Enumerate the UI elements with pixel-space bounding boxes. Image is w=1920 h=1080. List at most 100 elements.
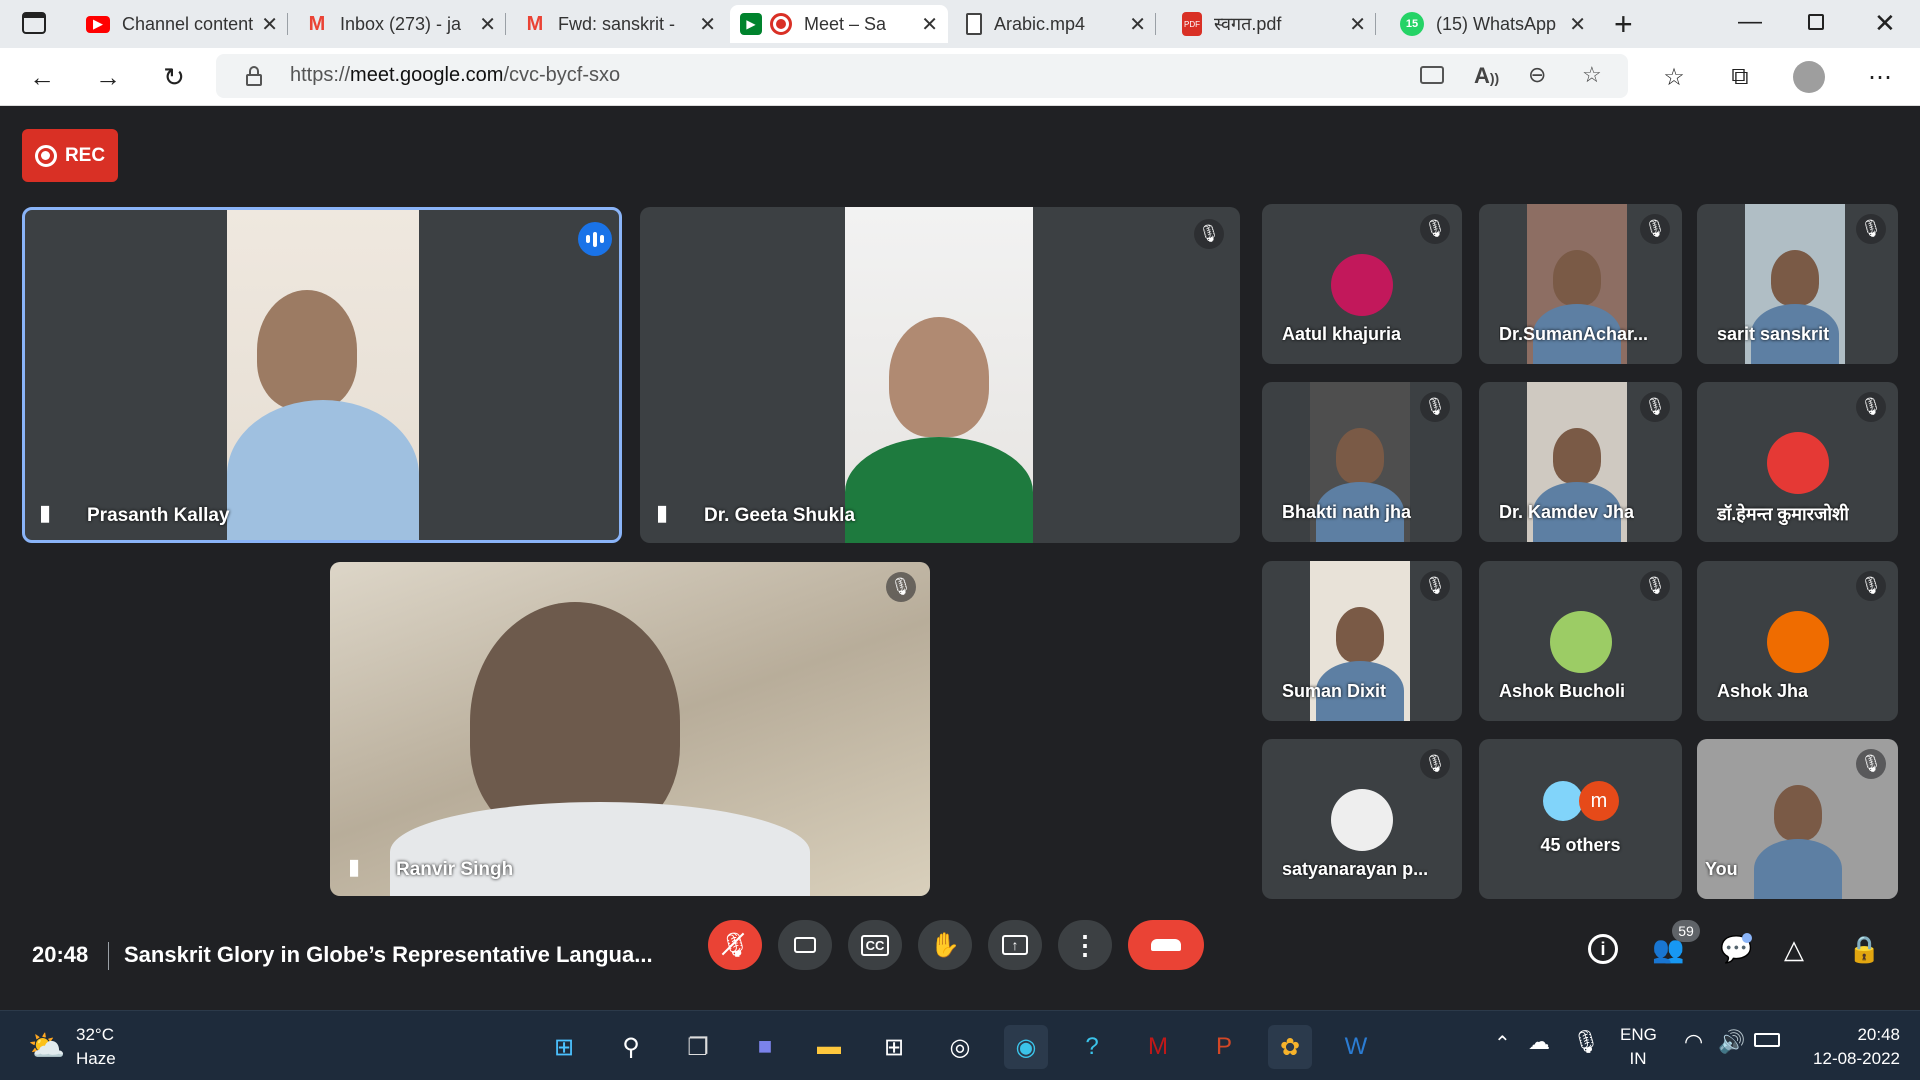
pin-icon[interactable]: ▮ <box>348 854 360 880</box>
search-icon[interactable]: ⚲ <box>609 1025 653 1069</box>
close-icon[interactable]: ✕ <box>1569 12 1586 37</box>
gmail-icon: M <box>526 12 544 35</box>
word-icon[interactable]: W <box>1334 1025 1378 1069</box>
collections-icon[interactable]: ⧉ <box>1720 58 1760 96</box>
participant-tile[interactable]: 🎙 Aatul khajuria <box>1262 204 1462 364</box>
participant-name: 45 others <box>1540 835 1621 855</box>
mic-toggle-button[interactable]: 🎙 <box>708 920 762 970</box>
participant-name: You <box>1705 859 1738 879</box>
participant-tile-main-2[interactable]: 🎙 ▮ Dr. Geeta Shukla <box>640 207 1240 543</box>
read-aloud-icon[interactable]: A)) <box>1474 63 1499 89</box>
app-icon[interactable]: ◎ <box>938 1025 982 1069</box>
host-controls-icon[interactable]: 🔒 <box>1848 934 1880 965</box>
camera-toggle-button[interactable] <box>778 920 832 970</box>
navigation-bar: ← → ↻ https://meet.google.com/cvc-bycf-s… <box>0 48 1920 106</box>
minimize-button[interactable]: — <box>1738 8 1762 36</box>
participant-tile[interactable]: 🎙 Dr.SumanAchar... <box>1479 204 1682 364</box>
mcafee-icon[interactable]: M <box>1136 1025 1180 1069</box>
close-icon[interactable]: ✕ <box>921 12 938 37</box>
lock-icon <box>246 66 262 86</box>
battery-icon[interactable] <box>1754 1033 1780 1047</box>
participant-tile[interactable]: 🎙 Dr. Kamdev Jha <box>1479 382 1682 542</box>
clock-date[interactable]: 12-08-2022 <box>1790 1047 1900 1071</box>
participant-tile[interactable]: 🎙 sarit sanskrit <box>1697 204 1898 364</box>
reload-button[interactable]: ↻ <box>154 58 194 96</box>
participant-tile-main-3[interactable]: 🎙 ▮ Ranvir Singh <box>330 562 930 896</box>
participant-avatar <box>1549 611 1612 673</box>
favorites-icon[interactable]: ☆ <box>1654 58 1694 96</box>
powerpoint-icon[interactable]: P <box>1202 1025 1246 1069</box>
back-button[interactable]: ← <box>22 58 62 96</box>
clock-time[interactable]: 20:48 <box>1800 1023 1900 1047</box>
start-icon[interactable]: ⊞ <box>542 1025 586 1069</box>
close-icon[interactable]: ✕ <box>699 12 716 37</box>
present-screen-button[interactable]: ↑ <box>988 920 1042 970</box>
microphone-icon[interactable]: 🎙 <box>1572 1029 1600 1055</box>
tab-arabic-mp4[interactable]: Arabic.mp4 ✕ <box>956 5 1156 43</box>
edge-icon[interactable]: ◉ <box>1004 1025 1048 1069</box>
close-window-button[interactable]: ✕ <box>1874 8 1896 39</box>
captions-button[interactable]: CC <box>848 920 902 970</box>
wifi-icon[interactable]: ◠ <box>1684 1029 1703 1055</box>
more-options-button[interactable]: ⋮ <box>1058 920 1112 970</box>
help-icon[interactable]: ? <box>1070 1025 1114 1069</box>
participant-name: Prasanth Kallay <box>87 505 230 526</box>
camera-in-use-icon[interactable] <box>1420 66 1444 84</box>
tab-pdf[interactable]: PDF स्वगत.pdf ✕ <box>1172 5 1376 43</box>
participant-name: Ashok Jha <box>1717 681 1809 701</box>
tab-actions-icon[interactable] <box>22 12 46 34</box>
new-tab-button[interactable]: + <box>1614 6 1633 43</box>
leave-call-button[interactable] <box>1128 920 1204 970</box>
participant-tile[interactable]: 🎙 Ashok Bucholi <box>1479 561 1682 721</box>
weather-icon[interactable]: ⛅ <box>28 1029 65 1064</box>
forward-button[interactable]: → <box>88 58 128 96</box>
raise-hand-button[interactable]: ✋ <box>918 920 972 970</box>
tab-meet[interactable]: ▶ Meet – Sa ✕ <box>730 5 948 43</box>
store-icon[interactable]: ⊞ <box>872 1025 916 1069</box>
photos-icon[interactable]: ✿ <box>1268 1025 1312 1069</box>
tab-gmail-fwd[interactable]: M Fwd: sanskrit - ✕ <box>514 5 726 43</box>
participant-tile[interactable]: 🎙 Bhakti nath jha <box>1262 382 1462 542</box>
participant-tile[interactable]: 🎙 डॉ.हेमन्त कुमारजोशी <box>1697 382 1898 542</box>
tab-youtube[interactable]: ▶ Channel content ✕ <box>76 5 288 43</box>
participant-tile[interactable]: 🎙 Suman Dixit <box>1262 561 1462 721</box>
tab-whatsapp[interactable]: 15 (15) WhatsApp ✕ <box>1390 5 1596 43</box>
participant-avatar <box>1766 432 1829 494</box>
address-bar[interactable]: https://meet.google.com/cvc-bycf-sxo A))… <box>216 54 1628 98</box>
close-icon[interactable]: ✕ <box>479 12 496 37</box>
chevron-up-icon[interactable]: ⌃ <box>1494 1031 1511 1056</box>
restore-button[interactable] <box>1808 14 1824 30</box>
participant-tile[interactable]: 🎙 satyanarayan p... <box>1262 739 1462 899</box>
mic-off-icon: 🎙 <box>1194 219 1224 249</box>
participant-tile[interactable]: m 45 others <box>1479 739 1682 899</box>
tab-gmail-inbox[interactable]: M Inbox (273) - ja ✕ <box>296 5 506 43</box>
pin-icon[interactable]: ▮ <box>656 500 668 526</box>
tab-label: Channel content <box>122 13 254 34</box>
windows-taskbar: ⛅ 32°C Haze ⊞ ⚲ ❐ ■ ▬ ⊞ ◎ ◉ ? M P ✿ W ⌃ … <box>0 1010 1920 1080</box>
rec-label: REC <box>64 144 106 166</box>
close-icon[interactable]: ✕ <box>261 12 278 37</box>
close-icon[interactable]: ✕ <box>1349 12 1366 37</box>
volume-icon[interactable]: 🔊 <box>1718 1029 1745 1055</box>
more-menu-icon[interactable]: ⋯ <box>1860 58 1900 96</box>
chat-teams-icon[interactable]: ■ <box>743 1025 787 1069</box>
pin-icon[interactable]: ▮ <box>39 500 51 526</box>
profile-avatar[interactable] <box>1793 61 1825 93</box>
onedrive-icon[interactable]: ☁ <box>1528 1029 1550 1055</box>
file-explorer-icon[interactable]: ▬ <box>807 1025 851 1069</box>
participant-grid: 🎙 Aatul khajuria 🎙 Dr.SumanAchar... 🎙 sarit s… <box>1262 204 1898 902</box>
participant-tile[interactable]: 🎙 Ashok Jha <box>1697 561 1898 721</box>
language-top[interactable]: ENG <box>1620 1023 1657 1047</box>
participant-tile-main-1[interactable]: ▮ Prasanth Kallay <box>22 207 622 543</box>
add-favorite-icon[interactable]: ☆ <box>1582 62 1602 88</box>
tab-label: Fwd: sanskrit - <box>558 13 676 34</box>
activities-icon[interactable]: △ <box>1784 934 1804 965</box>
meeting-info-icon[interactable]: i <box>1588 934 1618 964</box>
tab-label: Arabic.mp4 <box>994 13 1086 34</box>
task-view-icon[interactable]: ❐ <box>676 1025 720 1069</box>
participant-tile[interactable]: 🎙 You <box>1697 739 1898 899</box>
zoom-out-icon[interactable]: ⊖ <box>1528 62 1546 88</box>
close-icon[interactable]: ✕ <box>1129 12 1146 37</box>
mic-off-icon: 🎙 <box>1640 392 1670 422</box>
language-bottom[interactable]: IN <box>1620 1047 1656 1071</box>
